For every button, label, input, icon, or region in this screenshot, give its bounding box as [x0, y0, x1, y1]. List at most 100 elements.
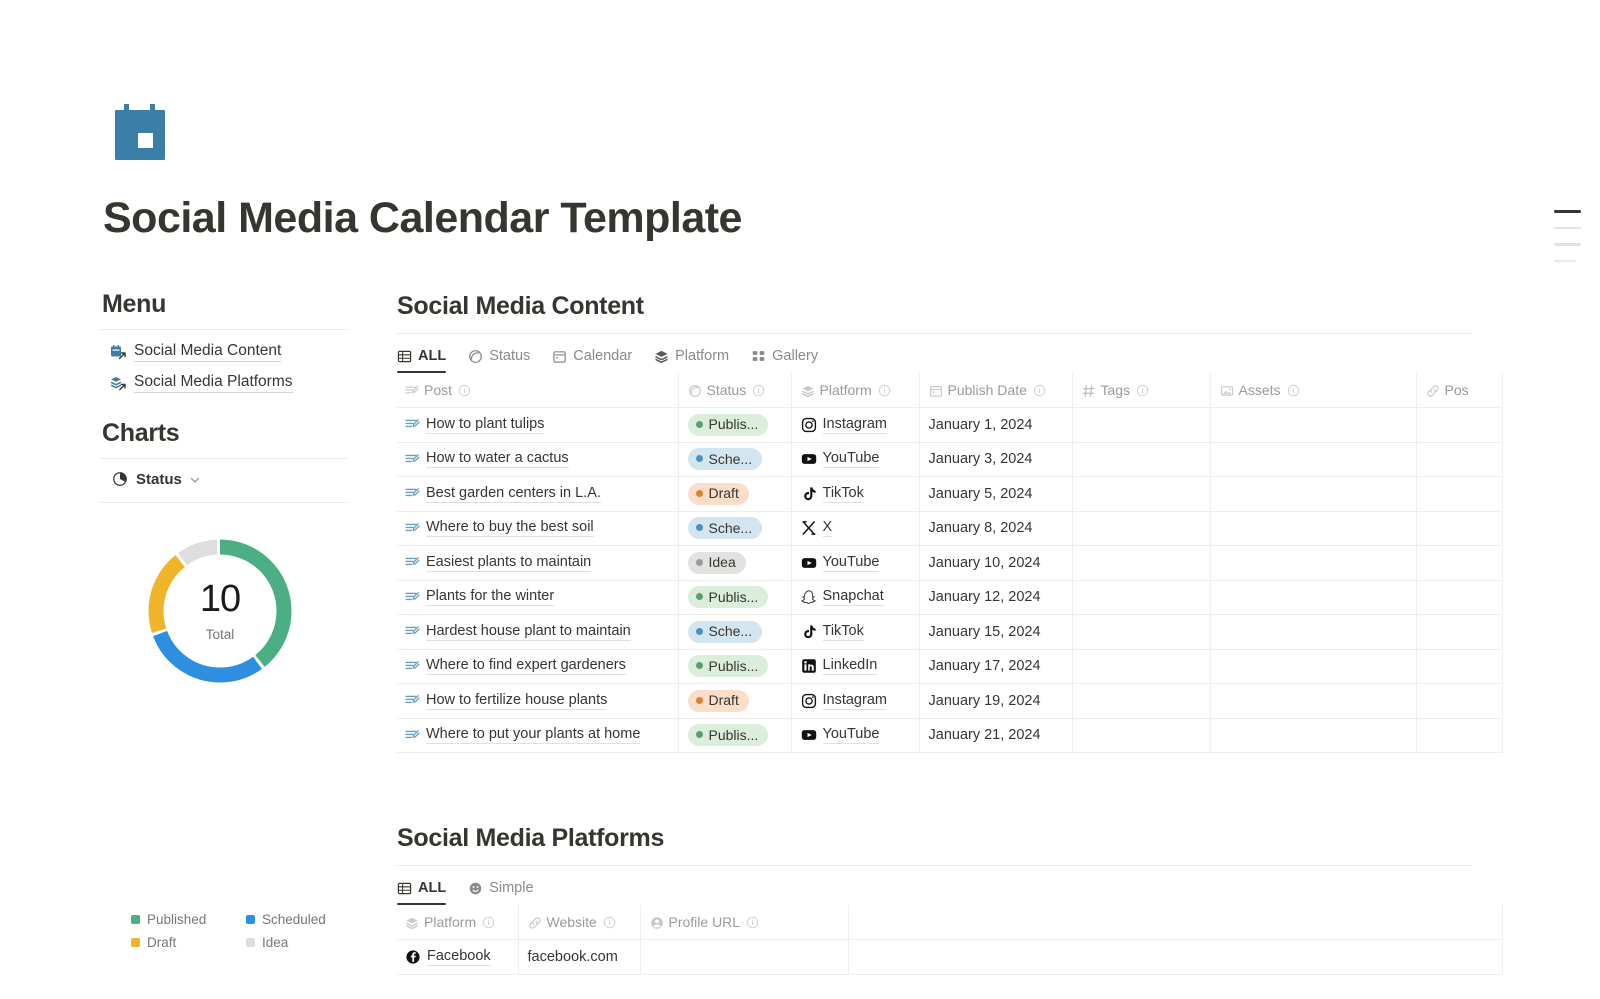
cell-post[interactable]: Best garden centers in L.A. — [397, 476, 679, 512]
cell-post[interactable]: How to fertilize house plants — [397, 683, 679, 719]
legend-item[interactable]: Draft — [131, 935, 246, 950]
post-title[interactable]: How to plant tulips — [426, 416, 545, 434]
cell-assets[interactable] — [1210, 511, 1417, 546]
table-row[interactable]: Where to put your plants at home Publis..… — [397, 718, 1503, 753]
post-title[interactable]: Plants for the winter — [426, 588, 555, 607]
post-title[interactable]: Where to buy the best soil — [426, 519, 594, 538]
status-badge[interactable]: Draft — [687, 482, 749, 505]
cell-post-url[interactable] — [1416, 476, 1503, 512]
cell-post-url[interactable] — [1416, 407, 1503, 443]
cell-status[interactable]: Draft — [678, 476, 792, 512]
column-header-profile-url[interactable]: Profile URL — [640, 905, 849, 940]
platform-name[interactable]: TikTok — [822, 485, 864, 503]
info-icon[interactable] — [752, 384, 765, 397]
info-icon[interactable] — [458, 384, 471, 397]
info-icon[interactable] — [482, 916, 495, 929]
cell-publish-date[interactable]: January 8, 2024 — [919, 511, 1073, 546]
cell-tags[interactable] — [1072, 545, 1211, 581]
info-icon[interactable] — [1033, 384, 1046, 397]
status-badge[interactable]: Publis... — [687, 413, 769, 436]
column-header-website[interactable]: Website — [518, 905, 641, 940]
status-badge[interactable]: Sche... — [687, 517, 763, 540]
table-row[interactable]: How to water a cactus Sche... YouTube Janua… — [397, 442, 1503, 477]
legend-item[interactable]: Scheduled — [246, 912, 361, 927]
info-icon[interactable] — [603, 916, 616, 929]
status-badge[interactable]: Publis... — [687, 655, 769, 678]
platform-name[interactable]: YouTube — [822, 726, 880, 745]
platform-name[interactable]: LinkedIn — [822, 657, 878, 676]
chevron-down-icon[interactable] — [189, 474, 201, 486]
cell-status[interactable]: Publis... — [678, 649, 792, 684]
cell-platform[interactable]: X — [791, 511, 920, 546]
cell-platform[interactable]: Instagram — [791, 683, 920, 719]
cell-assets[interactable] — [1210, 476, 1417, 512]
cell-status[interactable]: Publis... — [678, 718, 792, 753]
cell-assets[interactable] — [1210, 614, 1417, 650]
column-header-post-url[interactable]: Pos — [1416, 373, 1503, 408]
toc-bar[interactable] — [1554, 259, 1576, 262]
table-of-contents-rail[interactable] — [1554, 210, 1582, 276]
cell-status[interactable]: Sche... — [678, 442, 792, 477]
cell-publish-date[interactable]: January 1, 2024 — [919, 407, 1073, 443]
sidebar-item-social-media-platforms[interactable]: Social Media Platforms — [110, 373, 350, 393]
column-header-publish-date[interactable]: Publish Date — [919, 373, 1073, 408]
cell-platform[interactable]: LinkedIn — [791, 649, 920, 684]
cell-post-url[interactable] — [1416, 511, 1503, 546]
cell-publish-date[interactable]: January 15, 2024 — [919, 614, 1073, 650]
table-row[interactable]: Hardest house plant to maintain Sche... Ti… — [397, 614, 1503, 650]
column-header-status[interactable]: Status — [678, 373, 792, 408]
table-row[interactable]: Where to find expert gardeners Publis... L… — [397, 649, 1503, 684]
cell-platform[interactable]: Facebook — [397, 939, 519, 975]
post-title[interactable]: Best garden centers in L.A. — [426, 485, 601, 503]
table-row[interactable]: Best garden centers in L.A. Draft TikTok Ja… — [397, 476, 1503, 512]
cell-platform[interactable]: YouTube — [791, 442, 920, 477]
cell-tags[interactable] — [1072, 442, 1211, 477]
cell-assets[interactable] — [1210, 580, 1417, 615]
chart-selector[interactable]: Status — [112, 471, 350, 488]
cell-platform[interactable]: YouTube — [791, 545, 920, 581]
cell-publish-date[interactable]: January 12, 2024 — [919, 580, 1073, 615]
status-badge[interactable]: Publis... — [687, 586, 769, 609]
sidebar-item-social-media-content[interactable]: Social Media Content — [110, 342, 350, 362]
table-row[interactable]: Facebook facebook.com — [397, 939, 1503, 975]
cell-assets[interactable] — [1210, 442, 1417, 477]
cell-platform[interactable]: YouTube — [791, 718, 920, 753]
platform-name[interactable]: Snapchat — [822, 588, 884, 607]
cell-platform[interactable]: TikTok — [791, 614, 920, 650]
cell-tags[interactable] — [1072, 476, 1211, 512]
cell-assets[interactable] — [1210, 683, 1417, 719]
cell-post-url[interactable] — [1416, 545, 1503, 581]
cell-post[interactable]: Hardest house plant to maintain — [397, 614, 679, 650]
post-title[interactable]: Easiest plants to maintain — [426, 554, 592, 572]
cell-website[interactable]: facebook.com — [518, 939, 641, 975]
status-badge[interactable]: Publis... — [687, 724, 769, 747]
status-badge[interactable]: Sche... — [687, 448, 763, 471]
cell-post[interactable]: How to plant tulips — [397, 407, 679, 443]
column-header-platform[interactable]: Platform — [791, 373, 920, 408]
tab-platforms-all[interactable]: ALL — [397, 880, 447, 905]
status-badge[interactable]: Sche... — [687, 620, 763, 643]
column-header-tags[interactable]: Tags — [1072, 373, 1211, 408]
info-icon[interactable] — [1287, 384, 1300, 397]
platform-name[interactable]: Instagram — [822, 416, 887, 434]
cell-tags[interactable] — [1072, 614, 1211, 650]
tab-gallery[interactable]: Gallery — [751, 348, 818, 373]
status-badge[interactable]: Idea — [687, 551, 746, 574]
cell-post[interactable]: Where to buy the best soil — [397, 511, 679, 546]
platform-name[interactable]: Instagram — [822, 692, 887, 710]
cell-assets[interactable] — [1210, 407, 1417, 443]
platform-name[interactable]: X — [822, 519, 833, 538]
table-row[interactable]: How to fertilize house plants Draft Instag… — [397, 683, 1503, 719]
page-icon-calendar[interactable] — [114, 104, 174, 162]
platform-name[interactable]: YouTube — [822, 554, 880, 572]
cell-post[interactable]: Easiest plants to maintain — [397, 545, 679, 581]
table-row[interactable]: Easiest plants to maintain Idea YouTube Jan… — [397, 545, 1503, 581]
cell-status[interactable]: Idea — [678, 545, 792, 581]
cell-status[interactable]: Sche... — [678, 614, 792, 650]
column-header-platform[interactable]: Platform — [397, 905, 519, 940]
column-header-assets[interactable]: Assets — [1210, 373, 1417, 408]
cell-tags[interactable] — [1072, 683, 1211, 719]
post-title[interactable]: Where to find expert gardeners — [426, 657, 626, 676]
platform-name[interactable]: TikTok — [822, 623, 864, 641]
tab-calendar[interactable]: Calendar — [552, 348, 632, 373]
